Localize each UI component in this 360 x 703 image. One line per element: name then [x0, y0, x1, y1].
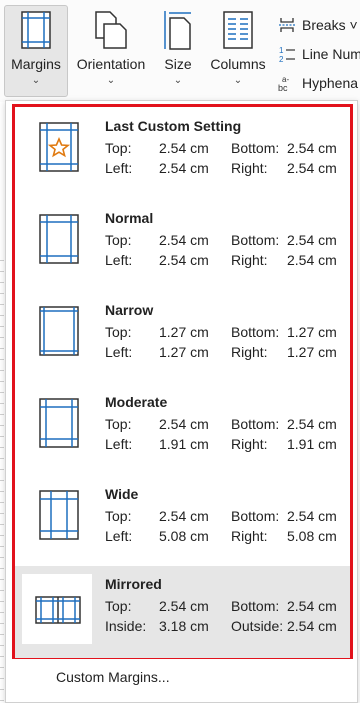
- label-right: Right:: [231, 436, 268, 452]
- option-narrow[interactable]: Narrow Top: 1.27 cm Bottom: 1.27 cm Left…: [15, 292, 350, 384]
- orientation-button[interactable]: Orientation ⌄: [72, 6, 150, 98]
- svg-text:1: 1: [279, 46, 284, 55]
- svg-text:bc: bc: [278, 83, 288, 92]
- label-top: Top:: [105, 508, 132, 524]
- option-title: Mirrored: [105, 576, 162, 592]
- label-bottom: Bottom:: [231, 324, 280, 340]
- label-right: Right:: [231, 160, 268, 176]
- value-top: 1.27 cm: [159, 324, 209, 340]
- value-bottom: 2.54 cm: [287, 508, 337, 524]
- value-bottom: 1.27 cm: [287, 324, 337, 340]
- label-bottom: Bottom:: [231, 598, 280, 614]
- value-bottom: 2.54 cm: [287, 416, 337, 432]
- label-left: Left:: [105, 160, 133, 176]
- hyphenation-icon: a-bc: [276, 74, 298, 92]
- value-top: 2.54 cm: [159, 416, 209, 432]
- custom-margins-item[interactable]: Custom Margins...: [56, 669, 170, 685]
- value-bottom: 2.54 cm: [287, 598, 337, 614]
- option-normal[interactable]: Normal Top: 2.54 cm Bottom: 2.54 cm Left…: [15, 200, 350, 292]
- value-top: 2.54 cm: [159, 598, 209, 614]
- margins-label: Margins: [11, 56, 61, 72]
- label-top: Top:: [105, 232, 132, 248]
- breaks-icon: [276, 17, 298, 33]
- moderate-margin-icon: [39, 398, 79, 448]
- line-numbers-button[interactable]: 12 Line Num: [276, 39, 360, 68]
- option-title: Moderate: [105, 394, 168, 410]
- line-numbers-label: Line Num: [302, 45, 360, 62]
- narrow-margin-icon: [39, 306, 79, 356]
- label-outside: Outside:: [231, 618, 284, 634]
- normal-margin-icon: [39, 214, 79, 264]
- option-moderate[interactable]: Moderate Top: 2.54 cm Bottom: 2.54 cm Le…: [15, 384, 350, 476]
- orientation-icon: [92, 6, 130, 54]
- chevron-down-icon: ⌄: [173, 75, 183, 86]
- mirrored-margin-icon: [35, 596, 81, 624]
- line-numbers-icon: 12: [276, 45, 298, 63]
- value-right: 2.54 cm: [287, 160, 337, 176]
- value-top: 2.54 cm: [159, 232, 209, 248]
- value-inside: 3.18 cm: [159, 618, 209, 634]
- value-left: 1.27 cm: [159, 344, 209, 360]
- chevron-down-icon: ⌄: [106, 75, 116, 86]
- label-inside: Inside:: [105, 618, 147, 634]
- margins-button[interactable]: Margins ⌄: [4, 5, 68, 97]
- wide-margin-icon: [39, 490, 79, 540]
- option-title: Last Custom Setting: [105, 118, 242, 134]
- breaks-button[interactable]: Breaks ˅: [276, 10, 360, 39]
- ribbon: Margins ⌄ Orientation ⌄ Size ⌄ Columns ⌄…: [0, 0, 360, 102]
- value-right: 1.27 cm: [287, 344, 337, 360]
- label-left: Left:: [105, 528, 133, 544]
- hyphenation-button[interactable]: a-bc Hyphena: [276, 68, 360, 97]
- margins-icon: [21, 6, 51, 54]
- value-top: 2.54 cm: [159, 508, 209, 524]
- hyphenation-label: Hyphena: [302, 74, 359, 91]
- value-left: 2.54 cm: [159, 160, 209, 176]
- label-top: Top:: [105, 416, 132, 432]
- value-bottom: 2.54 cm: [287, 140, 337, 156]
- option-title: Normal: [105, 210, 154, 226]
- svg-text:2: 2: [279, 55, 284, 63]
- label-top: Top:: [105, 598, 132, 614]
- size-icon: [161, 6, 195, 54]
- size-label: Size: [164, 56, 192, 72]
- columns-button[interactable]: Columns ⌄: [206, 6, 270, 98]
- vertical-ruler: [0, 250, 4, 703]
- value-left: 5.08 cm: [159, 528, 209, 544]
- value-right: 2.54 cm: [287, 252, 337, 268]
- size-button[interactable]: Size ⌄: [156, 6, 200, 98]
- label-bottom: Bottom:: [231, 416, 280, 432]
- label-left: Left:: [105, 436, 133, 452]
- chevron-down-icon: ⌄: [233, 75, 243, 86]
- value-bottom: 2.54 cm: [287, 232, 337, 248]
- option-title: Wide: [105, 486, 139, 502]
- page-setup-side-list: Breaks ˅ 12 Line Num a-bc Hyphena: [276, 10, 360, 97]
- value-right: 1.91 cm: [287, 436, 337, 452]
- label-right: Right:: [231, 252, 268, 268]
- label-top: Top:: [105, 324, 132, 340]
- option-title: Narrow: [105, 302, 154, 318]
- columns-icon: [223, 6, 253, 54]
- value-left: 1.91 cm: [159, 436, 209, 452]
- label-top: Top:: [105, 140, 132, 156]
- value-top: 2.54 cm: [159, 140, 209, 156]
- value-left: 2.54 cm: [159, 252, 209, 268]
- last-custom-margin-icon: [39, 122, 79, 172]
- orientation-label: Orientation: [76, 56, 146, 72]
- label-right: Right:: [231, 344, 268, 360]
- option-mirrored[interactable]: Mirrored Top: 2.54 cm Bottom: 2.54 cm In…: [15, 566, 350, 658]
- value-right: 5.08 cm: [287, 528, 337, 544]
- option-wide[interactable]: Wide Top: 2.54 cm Bottom: 2.54 cm Left: …: [15, 476, 350, 568]
- label-left: Left:: [105, 252, 133, 268]
- label-left: Left:: [105, 344, 133, 360]
- option-last-custom-setting[interactable]: Last Custom Setting Top: 2.54 cm Bottom:…: [15, 108, 350, 200]
- columns-label: Columns: [210, 56, 266, 72]
- label-bottom: Bottom:: [231, 508, 280, 524]
- margins-dropdown: Last Custom Setting Top: 2.54 cm Bottom:…: [5, 100, 358, 703]
- label-bottom: Bottom:: [231, 232, 280, 248]
- label-right: Right:: [231, 528, 268, 544]
- chevron-down-icon: ⌄: [31, 75, 41, 86]
- value-outside: 2.54 cm: [287, 618, 337, 634]
- breaks-label: Breaks ˅: [302, 16, 358, 33]
- label-bottom: Bottom:: [231, 140, 280, 156]
